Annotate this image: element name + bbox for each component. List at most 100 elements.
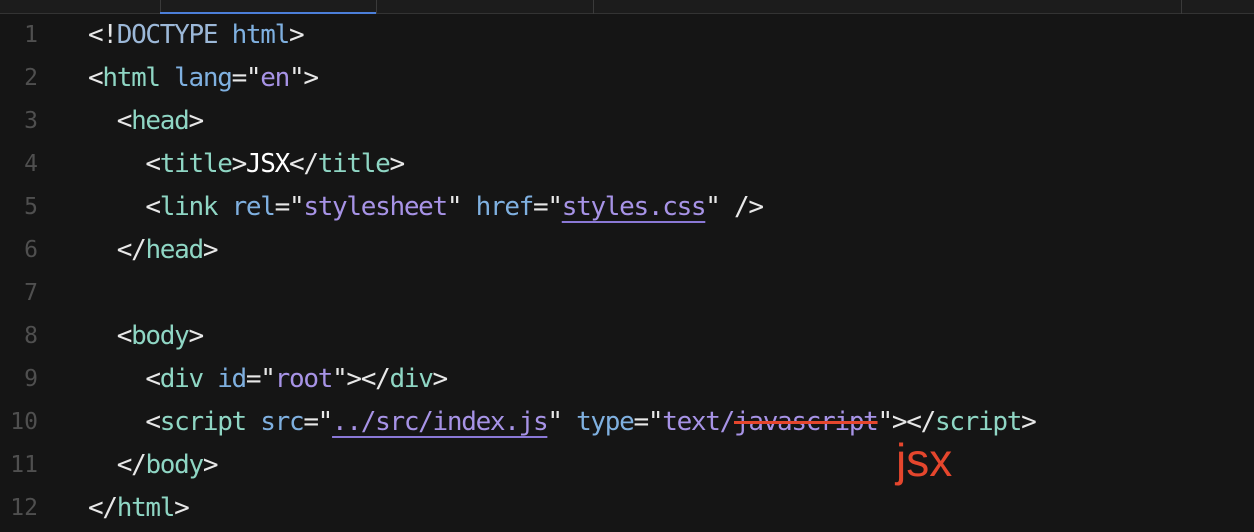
token: </ xyxy=(116,235,147,265)
line-number: 11 xyxy=(10,452,38,478)
line-number: 3 xyxy=(24,108,38,134)
token: root xyxy=(274,364,334,394)
code-line[interactable]: 10 <script src="../src/index.js" type="t… xyxy=(0,401,1254,444)
link-token[interactable]: ../src/index.js xyxy=(332,407,549,437)
tab-separator xyxy=(593,0,594,14)
line-content[interactable]: </body> xyxy=(88,450,219,480)
token: > xyxy=(188,106,205,136)
code-line[interactable]: 1 <!DOCTYPE html> xyxy=(0,14,1254,57)
token: < xyxy=(116,321,133,351)
token: < xyxy=(116,106,133,136)
code-line[interactable]: 2 <html lang="en"> xyxy=(0,57,1254,100)
token: > xyxy=(231,149,248,179)
line-number: 10 xyxy=(10,409,38,435)
line-content[interactable]: <div id="root"></div> xyxy=(88,364,449,394)
link-token[interactable]: styles.css xyxy=(562,192,707,222)
token: en xyxy=(260,63,290,93)
code-line[interactable]: 5 <link rel="stylesheet" href="styles.cs… xyxy=(0,186,1254,229)
token: <! xyxy=(88,20,118,50)
token: DOCTYPE xyxy=(116,20,219,50)
line-content[interactable]: <script src="../src/index.js" type="text… xyxy=(88,407,1037,437)
token: stylesheet xyxy=(303,192,448,222)
line-number: 5 xyxy=(24,194,38,220)
code-line[interactable]: 9 <div id="root"></div> xyxy=(0,358,1254,401)
line-number: 8 xyxy=(24,323,38,349)
token: < xyxy=(145,407,161,437)
code-line[interactable]: 8 <body> xyxy=(0,315,1254,358)
token: > xyxy=(174,493,190,523)
token: > xyxy=(1021,407,1037,437)
token: rel xyxy=(231,192,276,222)
token: < xyxy=(88,63,104,93)
token: title xyxy=(317,149,391,179)
line-number: 4 xyxy=(24,151,38,177)
token: > xyxy=(188,321,205,351)
line-content[interactable]: <link rel="stylesheet" href="styles.css"… xyxy=(88,192,764,222)
token: href xyxy=(475,192,535,222)
token: > xyxy=(202,450,219,480)
token: < xyxy=(145,364,161,394)
token: > xyxy=(202,235,219,265)
token: =" xyxy=(231,63,262,93)
line-number: 7 xyxy=(24,280,38,306)
token: html xyxy=(102,63,161,93)
code-line[interactable]: 7 xyxy=(0,272,1254,315)
code-line[interactable]: 3 <head> xyxy=(0,100,1254,143)
line-content[interactable]: <html lang="en"> xyxy=(88,63,319,93)
token: "> xyxy=(289,63,319,93)
token: div xyxy=(159,364,204,394)
token: " /> xyxy=(705,192,764,222)
line-content[interactable]: <!DOCTYPE html> xyxy=(88,20,305,50)
token: </ xyxy=(116,450,147,480)
token: =" xyxy=(633,407,664,437)
line-number: 2 xyxy=(24,65,38,91)
token: " xyxy=(446,192,463,222)
code-line[interactable]: 11 </body> xyxy=(0,444,1254,487)
code-line[interactable]: 4 <title>JSX</title> xyxy=(0,143,1254,186)
token: html xyxy=(116,493,176,523)
token: src xyxy=(260,407,304,437)
token: body xyxy=(131,321,190,351)
token: id xyxy=(217,364,247,394)
token: =" xyxy=(533,192,563,222)
line-number: 12 xyxy=(10,495,38,521)
token: > xyxy=(432,364,449,394)
token: > xyxy=(389,149,405,179)
code-line[interactable]: 12 </html> xyxy=(0,487,1254,530)
line-content[interactable]: </html> xyxy=(88,493,190,523)
token: JSX xyxy=(245,149,290,179)
token: =" xyxy=(303,407,333,437)
line-number: 1 xyxy=(24,22,38,48)
token: head xyxy=(145,235,204,265)
token: "></ xyxy=(332,364,391,394)
token: link xyxy=(159,192,219,222)
code-editor[interactable]: 1 <!DOCTYPE html> 2 <html lang="en"> 3 <… xyxy=(0,0,1254,532)
token: script xyxy=(159,407,247,437)
tab-bar xyxy=(0,0,1254,14)
handwritten-annotation: jsx xyxy=(896,434,953,486)
token: title xyxy=(159,149,233,179)
token: =" xyxy=(245,364,276,394)
token: </ xyxy=(88,493,118,523)
tab-separator xyxy=(1181,0,1182,14)
token: html xyxy=(231,20,291,50)
line-content[interactable]: </head> xyxy=(88,235,219,265)
tab-separator xyxy=(376,0,377,14)
token: > xyxy=(288,20,305,50)
token: lang xyxy=(174,63,233,93)
line-content[interactable]: <title>JSX</title> xyxy=(88,149,405,179)
code-line[interactable]: 6 </head> xyxy=(0,229,1254,272)
line-number: 6 xyxy=(24,237,38,263)
line-content[interactable]: <body> xyxy=(88,321,205,351)
token: </ xyxy=(288,149,319,179)
token: type xyxy=(576,407,635,437)
line-number: 9 xyxy=(24,366,38,392)
token: < xyxy=(145,192,161,222)
line-content[interactable]: <head> xyxy=(88,106,205,136)
token: " xyxy=(547,407,563,437)
token: =" xyxy=(274,192,305,222)
token: text/ xyxy=(662,407,735,437)
code-area[interactable]: 1 <!DOCTYPE html> 2 <html lang="en"> 3 <… xyxy=(0,14,1254,530)
struck-through-token: javascript xyxy=(734,407,879,437)
token: head xyxy=(131,106,190,136)
